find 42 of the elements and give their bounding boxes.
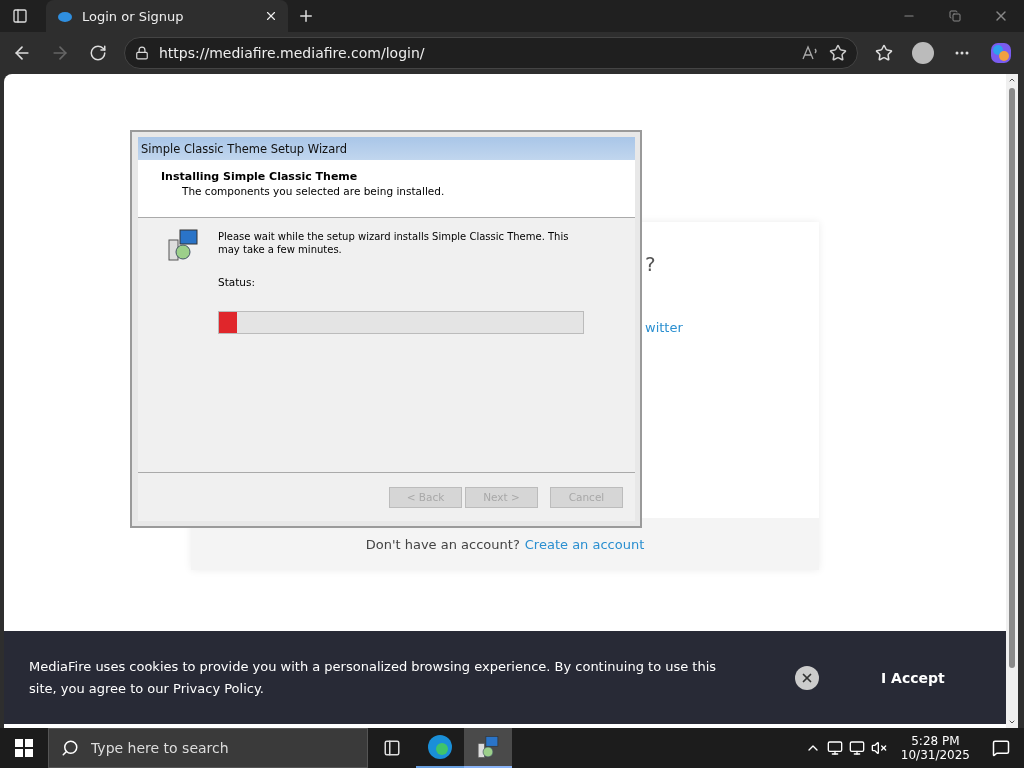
taskbar-app-button[interactable]: [464, 728, 512, 768]
more-icon: [955, 51, 969, 55]
address-bar[interactable]: https://mediafire.mediafire.com/login/: [124, 37, 858, 69]
installer-icon: [476, 735, 500, 759]
close-button[interactable]: [795, 665, 819, 690]
mute-icon[interactable]: [870, 740, 887, 756]
scroll-down-icon[interactable]: [1008, 718, 1016, 726]
signup-prompt: Don't have an account?: [365, 536, 520, 552]
clock[interactable]: 5:28 PM 10/31/2025: [892, 734, 978, 762]
monitor-icon[interactable]: [826, 740, 843, 756]
cookie-notice-text: MediaFire uses cookies to provide you with a personalized browsing experience. By continuing to use this site, you agree to our Privacy Policy.: [29, 657, 718, 698]
network-icon[interactable]: [848, 740, 865, 756]
window-title: Simple Classic Theme Setup Wizard: [138, 137, 635, 160]
star-icon: [875, 44, 893, 62]
notifications-icon[interactable]: [992, 739, 1010, 757]
search-icon: [61, 739, 79, 757]
search-box[interactable]: Type here to search: [48, 728, 368, 768]
refresh-icon: [89, 44, 107, 62]
copilot-icon[interactable]: [990, 42, 1012, 64]
installer-icon: [166, 228, 200, 262]
plus-icon: [297, 7, 315, 25]
search-field[interactable]: Type here to search: [89, 739, 355, 757]
status-label: Status:: [218, 276, 256, 288]
scroll-up-icon[interactable]: [1008, 76, 1016, 84]
login-text: ?: [645, 252, 657, 276]
wizard-message: Please wait while the setup wizard installs Simple Classic Theme. This may take a few minutes.: [218, 230, 570, 256]
favorite-star-icon[interactable]: [829, 44, 847, 62]
lock-icon: [135, 46, 149, 60]
browser-tab[interactable]: Login or Signup: [46, 0, 288, 32]
wizard-subheading: The components you selected are being installed.: [181, 185, 446, 197]
read-aloud-icon[interactable]: [801, 45, 819, 61]
accept-button[interactable]: I Accept: [875, 668, 951, 687]
wizard-heading: Installing Simple Classic Theme: [161, 170, 359, 183]
login-text: witter: [645, 320, 684, 335]
scrollbar-thumb[interactable]: [1009, 88, 1015, 668]
restore-icon: [949, 10, 961, 22]
profile-avatar[interactable]: [912, 42, 934, 64]
browser-icon: [427, 734, 453, 760]
scrollbar[interactable]: [1006, 74, 1018, 728]
task-view-icon: [383, 739, 401, 757]
close-icon[interactable]: [264, 9, 278, 23]
windows-logo-icon: [15, 739, 33, 757]
